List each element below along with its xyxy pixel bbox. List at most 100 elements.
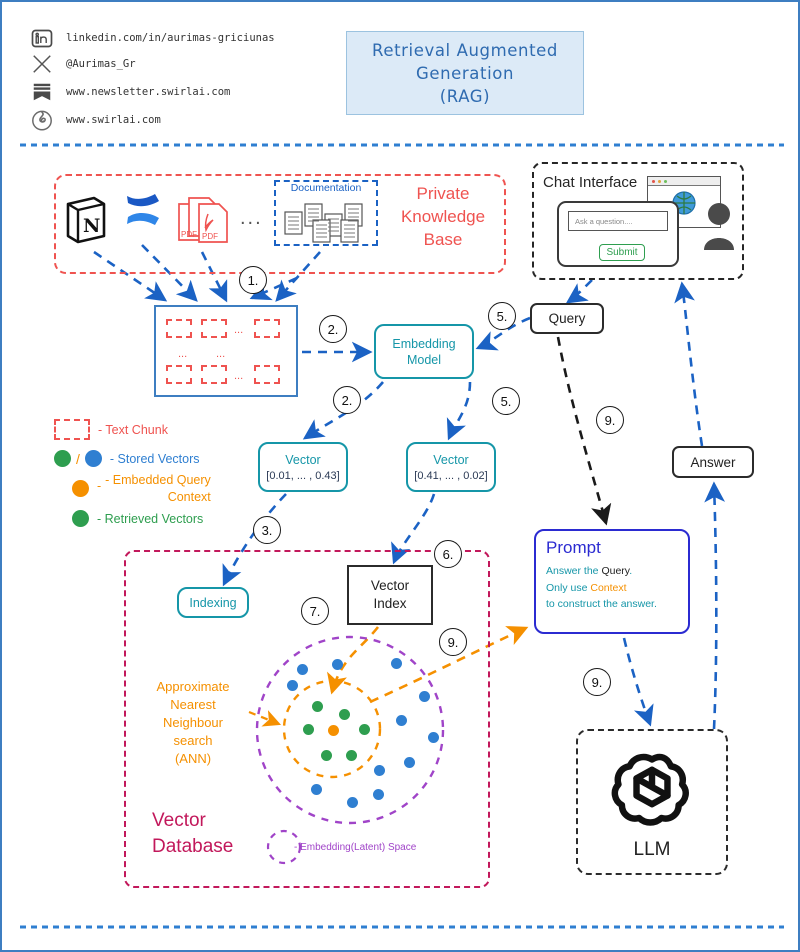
title-line-2: Generation bbox=[415, 63, 515, 83]
vector-title: Vector bbox=[285, 453, 321, 467]
stored-vector-dot bbox=[419, 691, 430, 702]
ann-line-4: search bbox=[173, 733, 213, 748]
x-twitter-icon bbox=[28, 50, 56, 78]
legend-green-dot-2 bbox=[72, 510, 89, 527]
indexing-box: Indexing bbox=[177, 587, 249, 618]
stored-vector-dot bbox=[287, 680, 298, 691]
indexing-label: Indexing bbox=[189, 595, 237, 610]
prompt-line-2: Only use Context bbox=[546, 580, 678, 597]
llm-box: LLM bbox=[576, 729, 728, 875]
svg-text:PDF: PDF bbox=[202, 232, 218, 241]
stored-vector-dot bbox=[332, 659, 343, 670]
linkedin-icon bbox=[28, 24, 56, 52]
page-title: Retrieval Augmented Generation (RAG) bbox=[346, 31, 584, 115]
vector-index-box: Vector Index bbox=[347, 565, 433, 625]
step-badge-2b: 2. bbox=[333, 386, 361, 414]
vdb-line-2: Database bbox=[152, 836, 234, 857]
text-chunk bbox=[201, 319, 227, 338]
step-badge-7: 7. bbox=[301, 597, 329, 625]
retrieved-vector-dot bbox=[303, 724, 314, 735]
legend-embedded-line-2: Context bbox=[167, 490, 211, 504]
svg-text:N: N bbox=[83, 215, 100, 237]
legend-blue-dot bbox=[84, 450, 102, 467]
text-chunk bbox=[254, 365, 280, 384]
legend-embedded-query-context: - - Embedded Query Context bbox=[54, 472, 274, 506]
step-badge-3: 3. bbox=[253, 516, 281, 544]
embedded-query-dot bbox=[328, 725, 339, 736]
prompt-box: Prompt Answer the Query. Only use Contex… bbox=[534, 529, 690, 634]
prompt-line-1c: . bbox=[629, 565, 633, 577]
kb-label-line-3: Base bbox=[423, 230, 463, 249]
chunk-ellipsis: ... bbox=[216, 348, 226, 360]
chat-question-input[interactable]: Ask a question.... bbox=[568, 211, 668, 231]
legend-separator: / bbox=[76, 450, 80, 467]
step-badge-5a: 5. bbox=[488, 302, 516, 330]
latent-space-legend-label: - Embedding(Latent) Space bbox=[294, 842, 417, 853]
stored-vector-dot bbox=[391, 658, 402, 669]
contact-x-twitter[interactable]: @Aurimas_Gr bbox=[28, 50, 136, 78]
prompt-line-1a: Answer the bbox=[546, 565, 602, 577]
ann-line-1: Approximate bbox=[156, 679, 230, 694]
retrieved-vector-dot bbox=[346, 750, 357, 761]
stored-vector-dot bbox=[428, 732, 439, 743]
pdf-icon: PDF PDF bbox=[175, 192, 233, 253]
stored-vector-dot bbox=[311, 784, 322, 795]
retrieved-vector-dot bbox=[339, 709, 350, 720]
ann-line-2: Nearest bbox=[170, 697, 216, 712]
chat-submit-button[interactable]: Submit bbox=[599, 244, 645, 261]
sources-ellipsis: ... bbox=[240, 207, 263, 229]
title-line-3: (RAG) bbox=[439, 86, 491, 106]
retrieved-vector-dot bbox=[312, 701, 323, 712]
legend-green-dot bbox=[54, 450, 71, 467]
vector-value: [0.01, ... , 0.43] bbox=[266, 470, 340, 482]
openai-logo-icon bbox=[609, 744, 695, 835]
kb-label-line-1: Private bbox=[416, 184, 470, 203]
chunk-ellipsis: ... bbox=[234, 370, 244, 382]
legend-embedded-query-label: - Embedded Query Context bbox=[105, 472, 211, 506]
ann-line-3: Neighbour bbox=[163, 715, 223, 730]
ann-line-5: (ANN) bbox=[174, 751, 212, 766]
chat-interface-title: Chat Interface bbox=[543, 174, 638, 191]
llm-label: LLM bbox=[633, 838, 671, 860]
legend-stored-vectors-label: - Stored Vectors bbox=[109, 451, 200, 466]
contact-website-text: www.swirlai.com bbox=[66, 114, 161, 126]
prompt-line-2a: Only use bbox=[546, 581, 591, 594]
legend-text-chunk: - Text Chunk bbox=[54, 419, 168, 440]
prompt-line-1: Answer the Query. bbox=[546, 563, 678, 580]
contact-website[interactable]: www.swirlai.com bbox=[28, 106, 161, 134]
documentation-label: Documentation bbox=[290, 182, 362, 194]
ann-search-label: Approximate Nearest Neighbour search (AN… bbox=[140, 678, 246, 768]
legend-stored-vectors: / - Stored Vectors bbox=[54, 450, 200, 467]
stored-vector-dot bbox=[347, 797, 358, 808]
stored-vector-dot bbox=[374, 765, 385, 776]
prompt-line-3: to construct the answer. bbox=[546, 598, 657, 610]
newsletter-icon bbox=[28, 78, 56, 106]
contact-newsletter[interactable]: www.newsletter.swirlai.com bbox=[28, 78, 230, 106]
chunk-ellipsis: ... bbox=[234, 324, 244, 336]
legend-chunk-swatch bbox=[54, 419, 90, 440]
step-badge-1: 1. bbox=[239, 266, 267, 294]
retrieved-vector-dot bbox=[321, 750, 332, 761]
notion-icon: N bbox=[64, 194, 108, 249]
legend-retrieved-vectors-label: - Retrieved Vectors bbox=[97, 511, 204, 526]
step-badge-9b: 9. bbox=[596, 406, 624, 434]
embedding-model-box: Embedding Model bbox=[374, 324, 474, 379]
step-badge-9c: 9. bbox=[583, 668, 611, 696]
text-chunk bbox=[254, 319, 280, 338]
documentation-servers-icon bbox=[283, 200, 371, 249]
stored-vector-dot bbox=[396, 715, 407, 726]
embedding-model-label-1: Embedding bbox=[392, 336, 456, 351]
private-knowledge-base-label: Private Knowledge Base bbox=[384, 182, 502, 251]
step-badge-9a: 9. bbox=[439, 628, 467, 656]
legend-retrieved-vectors: - Retrieved Vectors bbox=[54, 510, 203, 527]
prompt-title: Prompt bbox=[546, 538, 601, 557]
vector-database-label: Vector Database bbox=[152, 808, 270, 860]
text-chunk bbox=[201, 365, 227, 384]
stored-vector-dot bbox=[373, 789, 384, 800]
contact-linkedin[interactable]: linkedin.com/in/aurimas-griciunas bbox=[28, 24, 275, 52]
vector-index-line-1: Vector bbox=[370, 578, 410, 593]
text-chunks-group: ... ... ... ... bbox=[154, 305, 298, 397]
title-line-1: Retrieval Augmented bbox=[372, 40, 558, 60]
stored-vector-dot bbox=[297, 664, 308, 675]
contact-newsletter-text: www.newsletter.swirlai.com bbox=[66, 86, 231, 98]
